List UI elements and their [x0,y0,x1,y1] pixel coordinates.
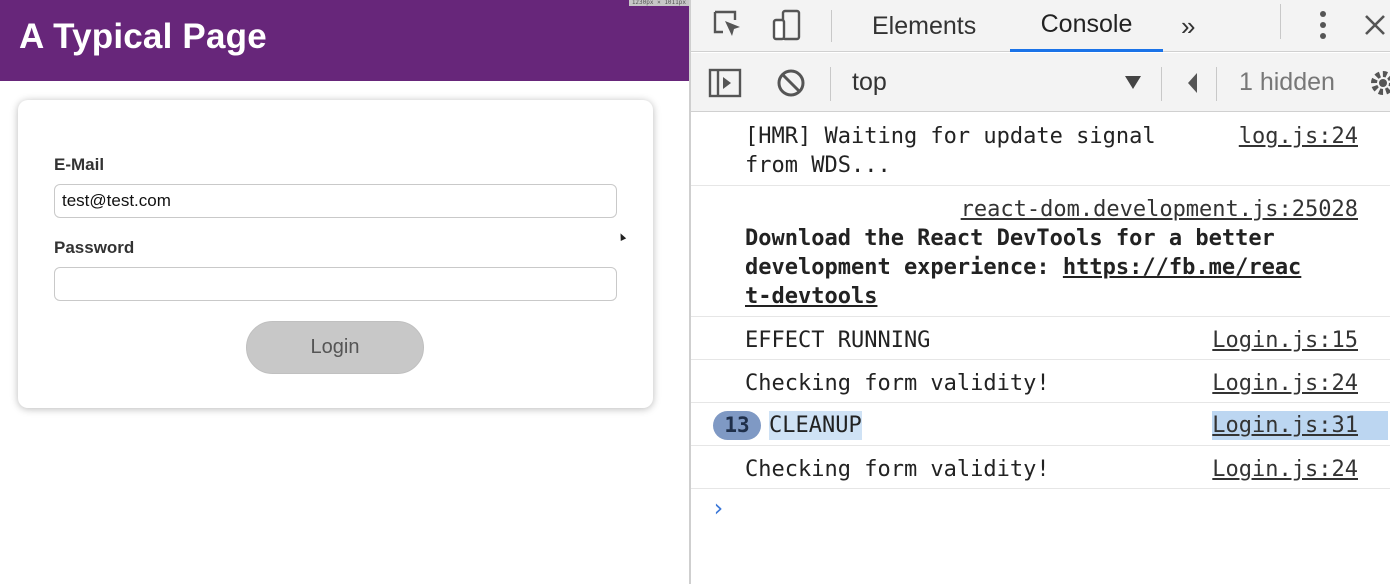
message-text: [HMR] Waiting for update signal [745,124,1156,149]
device-toolbar-icon[interactable] [767,5,807,45]
message-text: Download the React DevTools for a better [745,226,1275,251]
console-prompt-icon[interactable]: › [711,494,725,522]
devtools-link[interactable]: t-devtools [745,282,877,311]
message-text: development experience: https://fb.me/re… [745,255,1302,280]
gear-icon[interactable] [1363,63,1390,103]
source-link[interactable]: Login.js:31 [1212,411,1388,440]
toolbar-divider [1280,4,1281,39]
email-field[interactable] [54,184,617,218]
console-message: Checking form validity! Login.js:24 [691,446,1390,489]
sidebar-toggle-icon[interactable] [705,63,745,103]
console-toolbar: top 1 hidden [691,53,1390,112]
close-icon[interactable] [1355,5,1390,45]
viewport-size-tooltip: 1230px × 1011px [628,0,689,6]
message-text: EFFECT RUNNING [745,328,931,353]
more-tabs-icon[interactable]: » [1181,0,1195,52]
source-link[interactable]: Login.js:15 [1212,326,1358,355]
source-link[interactable]: Login.js:24 [1212,369,1358,398]
message-text: CLEANUP [769,411,862,440]
toolbar-divider [1216,67,1217,101]
page-title: A Typical Page [19,17,267,56]
devtools-link[interactable]: https://fb.me/reac [1063,255,1301,280]
app-header: A Typical Page 1230px × 1011px [0,0,689,81]
kebab-menu-icon[interactable] [1303,5,1343,45]
app-page: A Typical Page 1230px × 1011px E-Mail Pa… [0,0,689,584]
toolbar-divider [830,67,831,101]
tab-elements[interactable]: Elements [872,0,976,52]
password-label: Password [54,238,135,257]
chevron-left-icon[interactable] [1173,63,1213,103]
devtools-panel: Elements Console » top 1 hidden [HMR] Wa… [691,0,1390,584]
login-button[interactable]: Login [246,321,424,374]
context-selector[interactable]: top [852,68,887,97]
toolbar-divider [831,10,832,42]
message-text: from WDS... [745,153,891,178]
inspect-element-icon[interactable] [708,5,748,45]
console-message: EFFECT RUNNING Login.js:15 [691,317,1390,360]
source-link[interactable]: Login.js:24 [1212,455,1358,484]
message-text: Checking form validity! [745,371,1050,396]
chevron-down-icon[interactable] [1125,76,1141,89]
message-text: Checking form validity! [745,457,1050,482]
clear-console-icon[interactable] [771,63,811,103]
source-link[interactable]: react-dom.development.js:25028 [961,195,1358,224]
console-message: [HMR] Waiting for update signal from WDS… [691,113,1390,186]
console-log: [HMR] Waiting for update signal from WDS… [691,113,1390,489]
login-card: E-Mail Password Login [18,100,653,408]
console-message-selected: 13 CLEANUP Login.js:31 [691,403,1390,446]
email-label: E-Mail [54,155,105,174]
console-message: react-dom.development.js:25028 Download … [691,186,1390,317]
console-message: Checking form validity! Login.js:24 [691,360,1390,403]
repeat-count-badge: 13 [713,411,761,440]
devtools-tabbar: Elements Console » [691,0,1390,52]
source-link[interactable]: log.js:24 [1239,122,1358,151]
password-field[interactable] [54,267,617,301]
tab-console[interactable]: Console [1010,0,1163,52]
toolbar-divider [1161,67,1162,101]
hidden-messages-count[interactable]: 1 hidden [1239,68,1335,97]
